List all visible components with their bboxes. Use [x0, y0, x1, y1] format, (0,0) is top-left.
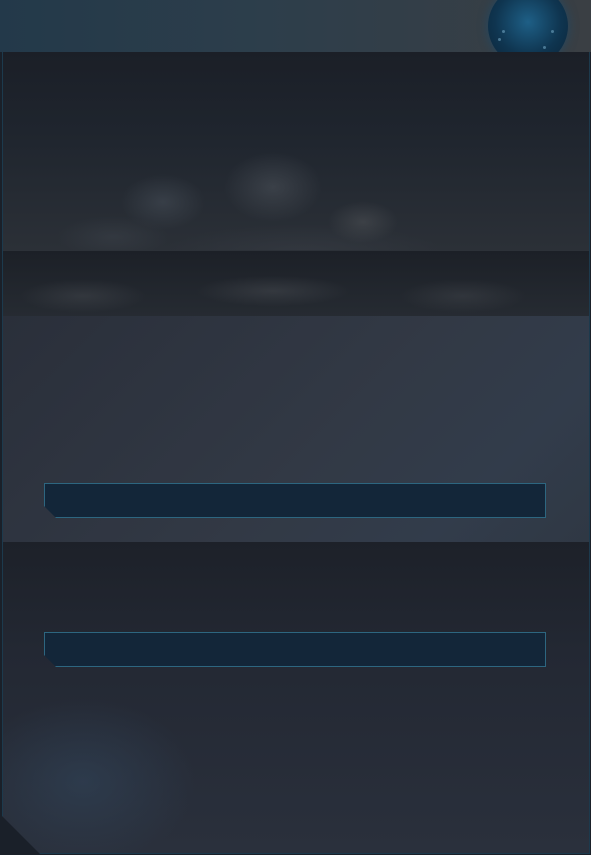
game-screen: [0, 0, 591, 855]
form-section-lower: [3, 542, 589, 853]
orb-dot: [543, 46, 546, 49]
orb-dot: [551, 30, 554, 33]
cave-banner-strip: [3, 250, 589, 317]
text-input-2[interactable]: [44, 632, 546, 667]
orb-dot: [502, 30, 505, 33]
text-input-1[interactable]: [44, 483, 546, 518]
orb-dot: [498, 38, 501, 41]
main-panel: [2, 52, 590, 854]
cave-banner-image: [3, 52, 589, 250]
